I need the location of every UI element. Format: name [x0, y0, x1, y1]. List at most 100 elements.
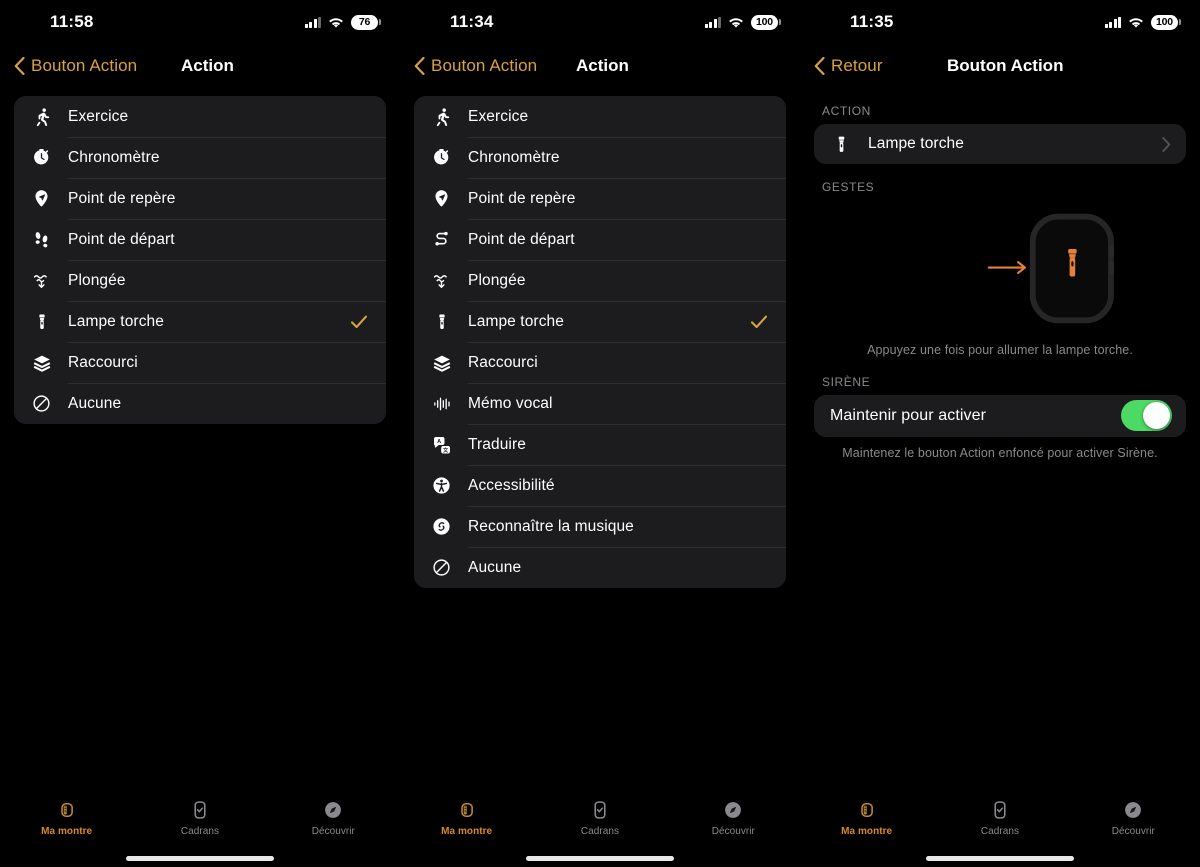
tab-ma-montre[interactable]: Ma montre — [400, 798, 533, 837]
three-panel-screenshot: 11:58 76 Bouton Action Action Exercice Ch… — [0, 0, 1200, 867]
siren-toggle-switch[interactable] — [1121, 400, 1172, 432]
tab-cadrans[interactable]: Cadrans — [933, 798, 1066, 837]
stopwatch-icon — [429, 148, 454, 167]
watch-icon — [56, 798, 78, 822]
tab-label: Cadrans — [980, 826, 1020, 837]
list-item-label: Point de repère — [468, 189, 576, 207]
tab-label: Cadrans — [580, 826, 620, 837]
chevron-left-icon — [414, 56, 425, 76]
list-item-label: Plongée — [68, 271, 126, 289]
status-indicators: 100 — [1104, 14, 1181, 30]
list-item-label: Plongée — [468, 271, 526, 289]
list-item[interactable]: Lampe torche — [414, 301, 786, 342]
gestures-section-header: GESTES — [822, 180, 875, 194]
tab-ma-montre[interactable]: Ma montre — [800, 798, 933, 837]
list-item-label: Point de départ — [68, 230, 175, 248]
tab-ma-montre[interactable]: Ma montre — [0, 798, 133, 837]
nav-bar: Bouton Action Action — [400, 44, 800, 88]
list-item[interactable]: Mémo vocal — [414, 383, 786, 424]
chevron-left-icon — [814, 56, 825, 76]
list-item[interactable]: Reconnaître la musique — [414, 506, 786, 547]
home-indicator — [926, 856, 1074, 861]
battery-indicator: 100 — [1151, 14, 1181, 30]
flashlight-icon — [829, 135, 854, 154]
status-time: 11:35 — [850, 12, 894, 31]
tab-cadrans[interactable]: Cadrans — [133, 798, 266, 837]
status-indicators: 76 — [304, 14, 381, 30]
shortcut-layers-icon — [429, 353, 454, 373]
tab-découvrir[interactable]: Découvrir — [1067, 798, 1200, 837]
svg-text:文: 文 — [442, 445, 448, 453]
action-current-card: Lampe torche — [814, 124, 1186, 164]
list-item-label: Chronomètre — [68, 148, 160, 166]
back-button[interactable]: Bouton Action — [414, 56, 537, 76]
current-action-row[interactable]: Lampe torche — [814, 124, 1186, 164]
siren-toggle-card: Maintenir pour activer — [814, 394, 1186, 437]
list-item[interactable]: Aucune — [14, 383, 386, 424]
status-bar: 11:34 100 — [400, 0, 800, 44]
list-item[interactable]: Point de repère — [414, 178, 786, 219]
list-item-label: Point de repère — [68, 189, 176, 207]
tab-label: Ma montre — [441, 826, 493, 837]
accessibility-icon — [429, 476, 454, 495]
wifi-icon — [728, 16, 744, 28]
back-button-label: Retour — [831, 56, 883, 75]
none-slash-circle-icon — [429, 558, 454, 577]
list-item[interactable]: Chronomètre — [414, 137, 786, 178]
chevron-left-icon — [14, 56, 25, 76]
list-item[interactable]: Chronomètre — [14, 137, 386, 178]
list-item[interactable]: Point de départ — [14, 219, 386, 260]
list-item-label: Aucune — [468, 558, 522, 576]
panel-action-list-full: 11:34 100 Bouton Action Action Exercice C… — [400, 0, 800, 867]
back-button[interactable]: Bouton Action — [14, 56, 137, 76]
list-item[interactable]: Plongée — [14, 260, 386, 301]
siren-footer-text: Maintenez le bouton Action enfoncé pour … — [842, 445, 1158, 460]
dive-waves-icon — [29, 271, 54, 290]
list-item-label: Mémo vocal — [468, 394, 553, 412]
list-item[interactable]: Point de départ — [414, 219, 786, 260]
action-options-list: Exercice Chronomètre Point de repère Point … — [14, 96, 386, 424]
list-item-label: Lampe torche — [68, 312, 164, 330]
tab-label: Découvrir — [711, 826, 755, 837]
stopwatch-icon — [29, 148, 54, 167]
status-bar: 11:58 76 — [0, 0, 400, 44]
tab-label: Cadrans — [180, 826, 220, 837]
list-item[interactable]: Raccourci — [14, 342, 386, 383]
list-item-label: Raccourci — [468, 353, 538, 371]
status-time: 11:34 — [450, 12, 494, 31]
watch-face-icon — [589, 798, 611, 822]
tab-label: Découvrir — [1111, 826, 1155, 837]
tab-découvrir[interactable]: Découvrir — [267, 798, 400, 837]
tab-découvrir[interactable]: Découvrir — [667, 798, 800, 837]
waypoint-icon — [429, 189, 454, 208]
waveform-icon — [429, 394, 454, 414]
list-item-label: Point de départ — [468, 230, 575, 248]
list-item[interactable]: Point de repère — [14, 178, 386, 219]
list-item[interactable]: Exercice — [414, 96, 786, 137]
list-item-label: Accessibilité — [468, 476, 555, 494]
svg-text:A: A — [437, 439, 441, 445]
shortcut-layers-icon — [29, 353, 54, 373]
list-item[interactable]: Exercice — [14, 96, 386, 137]
list-item[interactable]: Accessibilité — [414, 465, 786, 506]
list-item[interactable]: Aucune — [414, 547, 786, 588]
list-item[interactable]: Plongée — [414, 260, 786, 301]
home-indicator — [126, 856, 274, 861]
route-s-icon — [429, 230, 454, 249]
back-button[interactable]: Retour — [814, 56, 883, 76]
list-item[interactable]: Raccourci — [414, 342, 786, 383]
list-item[interactable]: Lampe torche — [14, 301, 386, 342]
check-icon — [750, 313, 768, 331]
status-time: 11:58 — [50, 12, 94, 31]
cellular-signal-icon — [704, 16, 721, 28]
tab-cadrans[interactable]: Cadrans — [533, 798, 666, 837]
watch-face-icon — [989, 798, 1011, 822]
panel-action-button-settings: 11:35 100 Retour Bouton Action ACTION La… — [800, 0, 1200, 867]
apple-watch-action-button-illustration — [800, 204, 1200, 334]
list-item-label: Lampe torche — [468, 312, 564, 330]
list-item-label: Exercice — [68, 107, 129, 125]
home-indicator — [526, 856, 674, 861]
list-item[interactable]: A 文 Traduire — [414, 424, 786, 465]
battery-indicator: 100 — [751, 14, 781, 30]
siren-toggle-row[interactable]: Maintenir pour activer — [814, 395, 1186, 437]
